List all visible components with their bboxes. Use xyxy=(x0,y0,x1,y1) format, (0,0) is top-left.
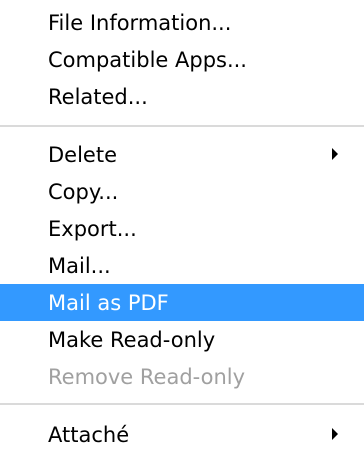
menu-item-export[interactable]: Export... xyxy=(0,210,364,247)
menu-item-label: Remove Read-only xyxy=(48,365,246,389)
menu-item-make-read-only[interactable]: Make Read-only xyxy=(0,321,364,358)
menu-separator xyxy=(0,403,364,405)
menu-item-mail[interactable]: Mail... xyxy=(0,247,364,284)
menu-item-label: Compatible Apps... xyxy=(48,48,247,72)
menu-separator xyxy=(0,125,364,127)
menu-item-delete[interactable]: Delete xyxy=(0,136,364,173)
menu-item-compatible-apps[interactable]: Compatible Apps... xyxy=(0,41,364,78)
context-menu: File Information... Compatible Apps... R… xyxy=(0,0,364,462)
menu-item-label: Related... xyxy=(48,85,148,109)
menu-item-mail-as-pdf[interactable]: Mail as PDF xyxy=(0,284,364,321)
menu-item-file-information[interactable]: File Information... xyxy=(0,4,364,41)
menu-item-label: Export... xyxy=(48,217,137,241)
menu-item-label: Attaché xyxy=(48,423,130,447)
menu-item-label: Make Read-only xyxy=(48,328,216,352)
chevron-right-icon xyxy=(332,148,338,160)
menu-item-remove-read-only: Remove Read-only xyxy=(0,358,364,395)
menu-item-attache[interactable]: Attaché xyxy=(0,416,364,453)
menu-item-related[interactable]: Related... xyxy=(0,78,364,115)
menu-item-label: Mail... xyxy=(48,254,111,278)
menu-item-label: File Information... xyxy=(48,11,232,35)
menu-item-label: Copy... xyxy=(48,180,119,204)
menu-item-label: Mail as PDF xyxy=(48,291,169,315)
menu-item-copy[interactable]: Copy... xyxy=(0,173,364,210)
menu-item-label: Delete xyxy=(48,143,117,167)
chevron-right-icon xyxy=(332,428,338,440)
